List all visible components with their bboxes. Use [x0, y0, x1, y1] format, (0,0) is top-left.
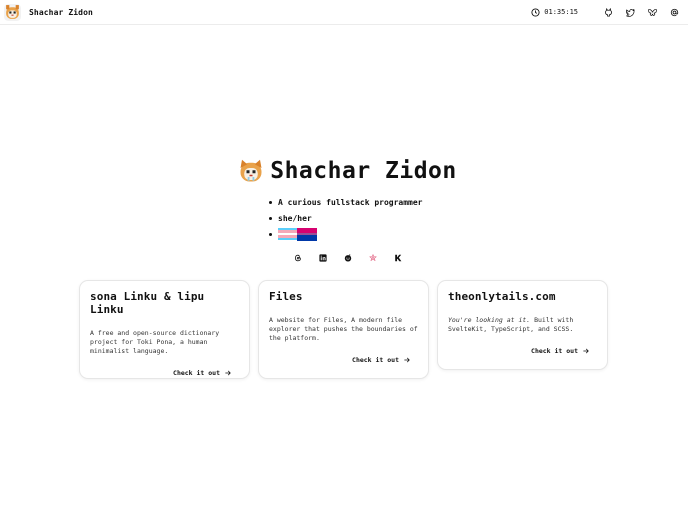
- card-title: sona Linku & lipu Linku: [90, 290, 205, 316]
- social-links: [294, 254, 402, 262]
- clock-icon: [531, 7, 540, 17]
- arrow-right-icon: [583, 348, 589, 354]
- reddit-icon: [344, 254, 352, 262]
- github-icon: [605, 7, 612, 17]
- bluesky-link[interactable]: [647, 7, 658, 18]
- hero-title-row: Shachar Zidon: [239, 158, 457, 184]
- card-description-emphasis: You're looking at it.: [448, 316, 531, 324]
- clock-time: 01:35:15: [544, 8, 578, 16]
- transgender-flag: [278, 227, 297, 241]
- kofi-icon: [395, 254, 402, 262]
- arrow-right-icon: [225, 370, 231, 376]
- email-at-icon: [670, 8, 679, 16]
- project-card-theonlytails[interactable]: theonlytails.com You're looking at it. B…: [437, 280, 608, 370]
- card-link-label: Check it out: [531, 347, 578, 355]
- avatar: [4, 3, 21, 21]
- threads-icon: [295, 254, 301, 262]
- bisexual-flag: [297, 227, 317, 241]
- bullet-icon: [269, 232, 272, 236]
- clock: 01:35:15: [531, 7, 578, 17]
- reddit-link[interactable]: [344, 254, 352, 262]
- check-it-out-link[interactable]: Check it out: [90, 369, 231, 377]
- twitter-link[interactable]: [625, 7, 636, 18]
- twitter-icon: [626, 8, 635, 17]
- misskey-link[interactable]: [369, 254, 377, 262]
- list-item: A curious fullstack programmer: [269, 194, 449, 210]
- card-description: A free and open-source dictionary projec…: [90, 329, 220, 355]
- threads-link[interactable]: [294, 254, 302, 262]
- bullet-icon: [269, 200, 272, 204]
- brand-name: Shachar Zidon: [29, 7, 93, 17]
- card-link-label: Check it out: [352, 356, 399, 364]
- fact-text: she/her: [278, 213, 312, 223]
- github-link[interactable]: [603, 7, 614, 18]
- card-description: A website for Files, A modern file explo…: [269, 316, 418, 342]
- hero-avatar: [240, 159, 262, 182]
- top-bar: Shachar Zidon 01:35:15: [0, 0, 688, 25]
- kofi-link[interactable]: [394, 254, 402, 262]
- check-it-out-link[interactable]: Check it out: [269, 356, 410, 364]
- linkedin-link[interactable]: [319, 254, 327, 262]
- project-card-files[interactable]: Files A website for Files, A modern file…: [258, 280, 429, 379]
- project-card-linku[interactable]: sona Linku & lipu Linku A free and open-…: [79, 280, 250, 379]
- facts-list: A curious fullstack programmer she/her: [269, 194, 449, 242]
- card-title: theonlytails.com: [448, 290, 556, 303]
- linkedin-icon: [319, 254, 327, 262]
- list-item: she/her: [269, 210, 449, 226]
- misskey-icon: [369, 254, 377, 262]
- list-item: [269, 226, 449, 242]
- card-title: Files: [269, 290, 303, 303]
- fact-text: A curious fullstack programmer: [278, 197, 423, 207]
- arrow-right-icon: [404, 357, 410, 363]
- card-link-label: Check it out: [173, 369, 220, 377]
- hero-section: Shachar Zidon A curious fullstack progra…: [0, 158, 688, 262]
- card-description: You're looking at it. Built with SvelteK…: [448, 316, 597, 334]
- bullet-icon: [269, 216, 272, 220]
- email-link[interactable]: [669, 7, 680, 18]
- hero-title: Shachar Zidon: [270, 158, 457, 184]
- home-link[interactable]: Shachar Zidon: [4, 3, 93, 21]
- top-right: 01:35:15: [531, 7, 680, 18]
- bluesky-icon: [648, 8, 657, 16]
- pride-flags: [278, 227, 317, 241]
- check-it-out-link[interactable]: Check it out: [448, 347, 589, 355]
